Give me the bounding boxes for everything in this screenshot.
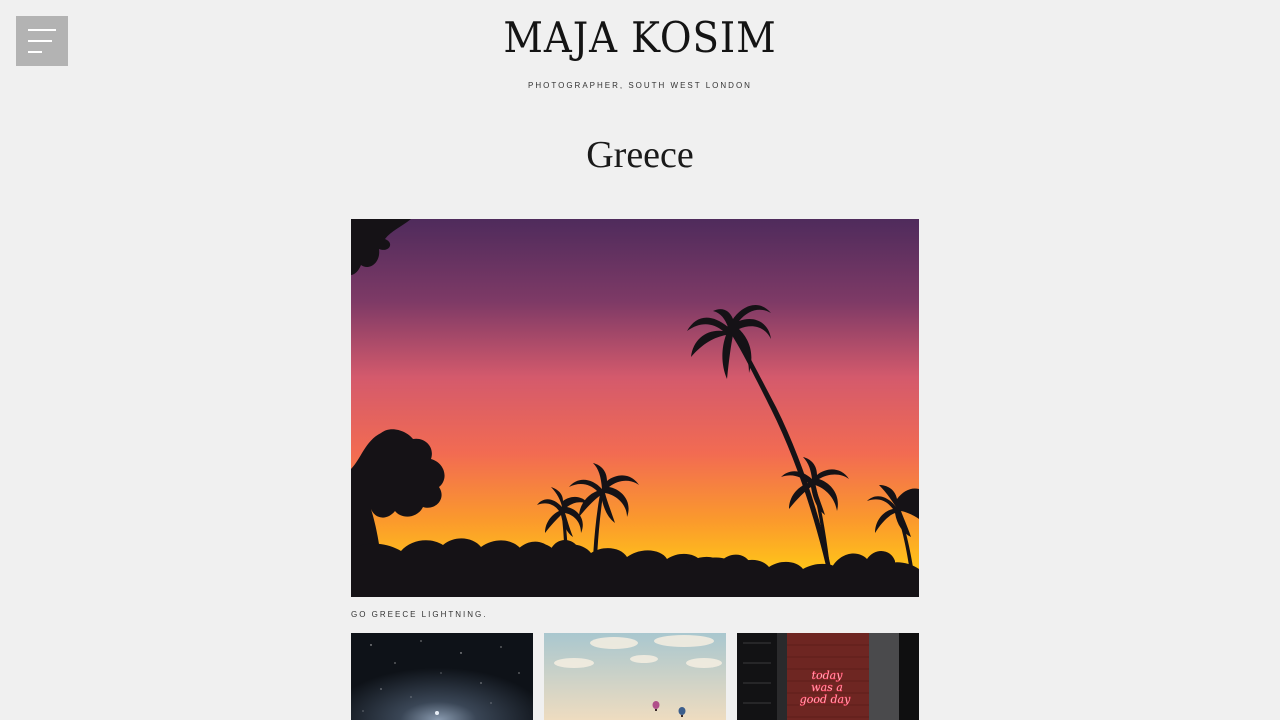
svg-text:good day: good day [800, 693, 851, 706]
thumbnail-night-sky[interactable] [351, 633, 533, 720]
page-title: Greece [586, 134, 694, 176]
image-caption: GO GREECE LIGHTNING. [351, 610, 488, 619]
thumbnail-neon-sign[interactable]: today was a good day [737, 633, 919, 720]
hamburger-line [28, 40, 52, 42]
hamburger-line [28, 51, 42, 53]
site-title[interactable]: MAJA KOSIM [51, 12, 1229, 64]
hero-image[interactable] [351, 219, 919, 597]
site-tagline: PHOTOGRAPHER, SOUTH WEST LONDON [528, 81, 752, 90]
thumbnail-hot-air-balloons[interactable] [544, 633, 726, 720]
